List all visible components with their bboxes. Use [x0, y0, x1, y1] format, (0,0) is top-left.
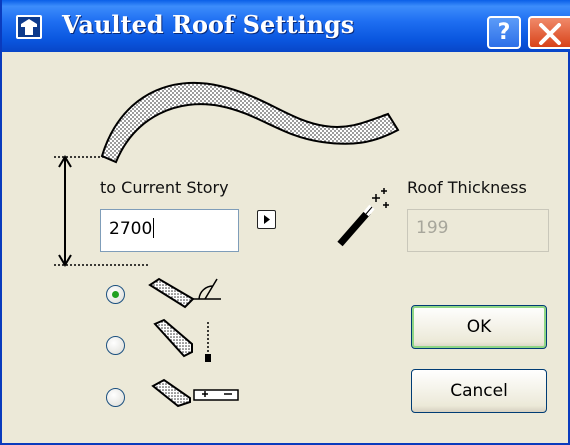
close-icon: [539, 23, 561, 45]
story-height-input[interactable]: 2700: [100, 209, 239, 252]
roof-thickness-value: 199: [416, 218, 449, 238]
story-options-button[interactable]: [257, 210, 276, 229]
ok-button[interactable]: OK: [411, 305, 547, 349]
roof-arc: [100, 81, 400, 164]
option-angle-radio[interactable]: [106, 285, 125, 304]
cancel-button[interactable]: Cancel: [411, 369, 547, 413]
roof-thickness-input: 199: [407, 209, 549, 252]
roof-level-icon: [151, 378, 239, 408]
help-button[interactable]: ?: [487, 16, 521, 49]
app-icon: [16, 15, 42, 39]
thickness-label: Roof Thickness: [407, 178, 527, 197]
roof-vertical-icon: [153, 318, 211, 362]
title-bar[interactable]: Vaulted Roof Settings ?: [2, 0, 570, 52]
option-level-radio[interactable]: [106, 388, 125, 407]
play-arrow-icon: [264, 215, 270, 224]
story-height-value: 2700: [109, 219, 153, 239]
close-button[interactable]: [528, 16, 570, 49]
roof-angle-icon: [148, 277, 221, 309]
option-vertical-radio[interactable]: [106, 336, 125, 355]
story-label: to Current Story: [100, 178, 229, 197]
window-title: Vaulted Roof Settings: [62, 10, 355, 39]
dialog-window: Vaulted Roof Settings ? to Current Story…: [0, 0, 570, 445]
magic-wand-icon[interactable]: [332, 180, 392, 252]
